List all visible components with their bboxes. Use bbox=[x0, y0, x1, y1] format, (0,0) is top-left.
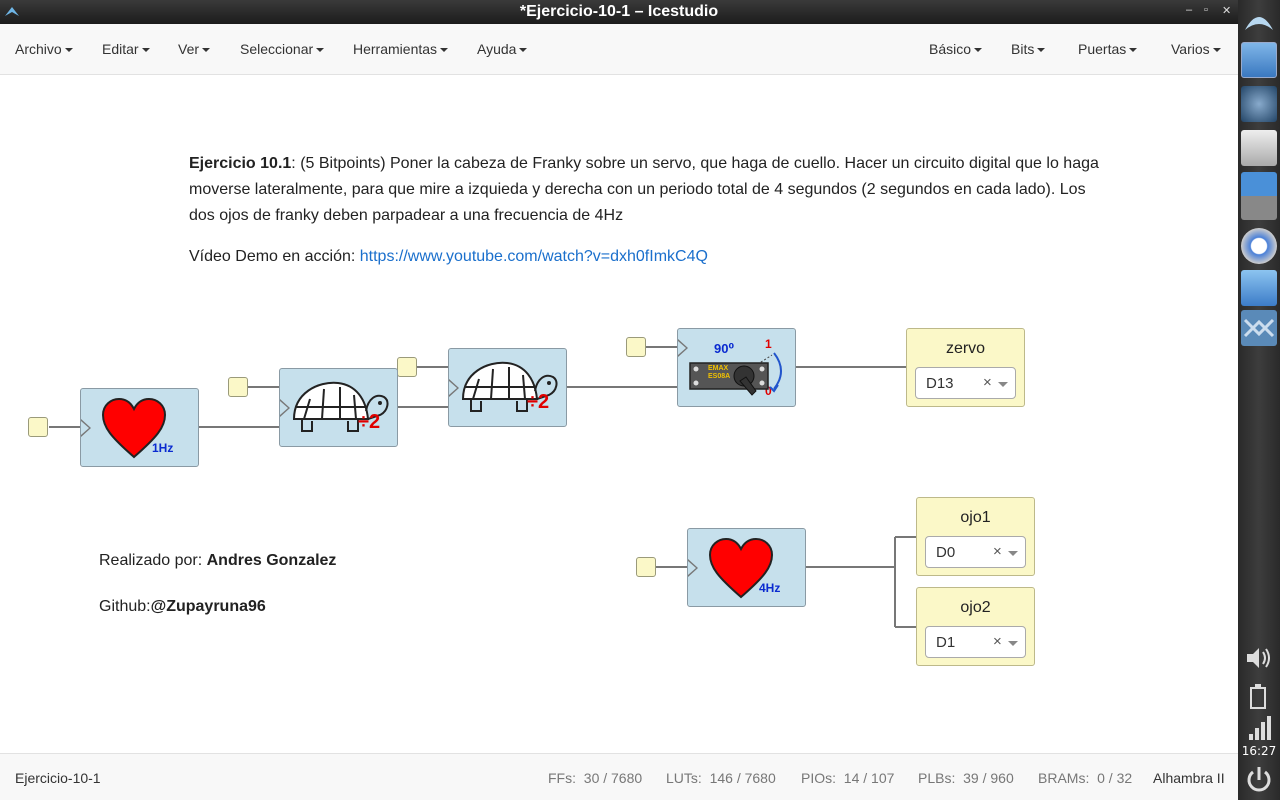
input-port[interactable] bbox=[228, 377, 248, 397]
menu-bits[interactable]: Bits bbox=[1011, 41, 1046, 57]
pin-value: D0 bbox=[936, 544, 956, 561]
credit-github: Github:@Zupayruna96 bbox=[99, 598, 266, 615]
clear-icon[interactable]: × bbox=[993, 633, 1002, 650]
menu-varios[interactable]: Varios bbox=[1171, 41, 1221, 57]
caret-down-icon bbox=[141, 48, 150, 53]
project-name: Ejercicio-10-1 bbox=[15, 770, 101, 786]
system-dock bbox=[1238, 0, 1280, 800]
caret-down-icon bbox=[1212, 48, 1221, 53]
ffs-stat: FFs: 30 / 7680 bbox=[548, 770, 643, 786]
output-zervo[interactable]: zervo D13 × bbox=[906, 328, 1025, 407]
pin-value: D1 bbox=[936, 634, 956, 651]
pios-stat: PIOs: 14 / 107 bbox=[801, 770, 895, 786]
window-titlebar[interactable]: *Ejercicio-10-1 – Icestudio ‒ ▫ ✕ bbox=[0, 0, 1238, 24]
icestudio-app-icon[interactable] bbox=[1241, 310, 1277, 346]
window-app-icon[interactable] bbox=[1241, 130, 1277, 166]
servo-motor-icon bbox=[689, 352, 782, 396]
caret-down-icon bbox=[202, 48, 211, 53]
heartbeat-1hz-block[interactable]: 1Hz bbox=[80, 388, 199, 467]
servo-model-label: EMAX ES08A bbox=[708, 365, 731, 380]
menu-ayuda[interactable]: Ayuda bbox=[477, 41, 528, 57]
battery-icon[interactable] bbox=[1241, 678, 1277, 714]
caret-down-icon bbox=[1037, 48, 1046, 53]
dropdown-arrow-icon[interactable] bbox=[1008, 551, 1018, 556]
menu-archivo[interactable]: Archivo bbox=[15, 41, 73, 57]
menu-editar[interactable]: Editar bbox=[102, 41, 150, 57]
plbs-stat: PLBs: 39 / 960 bbox=[918, 770, 1014, 786]
output-name: zervo bbox=[945, 340, 986, 357]
dash-icon[interactable] bbox=[1241, 2, 1277, 38]
dropdown-arrow-icon[interactable] bbox=[1008, 641, 1018, 646]
files-app-icon[interactable] bbox=[1241, 42, 1277, 78]
menu-herramientas[interactable]: Herramientas bbox=[353, 41, 449, 57]
close-icon[interactable]: ✕ bbox=[1222, 4, 1231, 17]
input-pin-icon bbox=[81, 419, 91, 437]
clear-icon[interactable]: × bbox=[993, 543, 1002, 560]
heartbeat-4hz-block[interactable]: 4Hz bbox=[687, 528, 806, 607]
caret-down-icon bbox=[316, 48, 325, 53]
luts-stat: LUTs: 146 / 7680 bbox=[666, 770, 776, 786]
input-port[interactable] bbox=[397, 357, 417, 377]
folder-icon[interactable] bbox=[1241, 270, 1277, 306]
input-port[interactable] bbox=[626, 337, 646, 357]
input-pin-icon bbox=[678, 339, 688, 357]
restore-icon[interactable]: ▫ bbox=[1204, 4, 1208, 16]
pin-select[interactable]: D13 × bbox=[915, 367, 1016, 399]
servo-block[interactable]: 90⁰ 1 0 EMAX ES08A bbox=[677, 328, 796, 407]
window-title: *Ejercicio-10-1 – Icestudio bbox=[519, 3, 719, 20]
clk-input-port[interactable] bbox=[636, 557, 656, 577]
caret-down-icon bbox=[64, 48, 73, 53]
output-name: ojo2 bbox=[960, 599, 991, 616]
github-handle: @Zupayruna96 bbox=[150, 598, 266, 615]
icestudio-dock-icon[interactable] bbox=[1241, 172, 1277, 220]
caret-down-icon bbox=[1129, 48, 1138, 53]
output-ojo1[interactable]: ojo1 D0 × bbox=[916, 497, 1035, 576]
clk-input-port[interactable] bbox=[28, 417, 48, 437]
world-map-app-icon[interactable] bbox=[1241, 86, 1277, 122]
output-name: ojo1 bbox=[960, 509, 991, 526]
caret-down-icon bbox=[440, 48, 449, 53]
pin-value: D13 bbox=[926, 375, 954, 392]
pin-select[interactable]: D0 × bbox=[925, 536, 1026, 568]
pin-select[interactable]: D1 × bbox=[925, 626, 1026, 658]
output-ojo2[interactable]: ojo2 D1 × bbox=[916, 587, 1035, 666]
frequency-label: 1Hz bbox=[152, 441, 174, 455]
menu-seleccionar[interactable]: Seleccionar bbox=[240, 41, 325, 57]
volume-icon[interactable] bbox=[1241, 640, 1277, 676]
divide-by-label: ÷2 bbox=[358, 411, 381, 433]
dropdown-arrow-icon[interactable] bbox=[998, 382, 1008, 387]
caret-down-icon bbox=[519, 48, 528, 53]
divide-by-label: ÷2 bbox=[527, 391, 550, 413]
clear-icon[interactable]: × bbox=[983, 374, 992, 391]
menu-puertas[interactable]: Puertas bbox=[1078, 41, 1138, 57]
frequency-label: 4Hz bbox=[759, 581, 781, 595]
menubar: Archivo Editar Ver Seleccionar Herramien… bbox=[0, 24, 1238, 75]
signal-icon[interactable] bbox=[1241, 710, 1277, 746]
board-name[interactable]: Alhambra II bbox=[1153, 770, 1225, 786]
brams-stat: BRAMs: 0 / 32 bbox=[1038, 770, 1133, 786]
chromium-icon[interactable] bbox=[1241, 228, 1277, 264]
status-bar: Ejercicio-10-1 FFs: 30 / 7680 LUTs: 146 … bbox=[0, 753, 1238, 800]
divider-block-2[interactable]: ÷2 bbox=[448, 348, 567, 427]
circuit-canvas[interactable]: Ejercicio 10.1: (5 Bitpoints) Poner la c… bbox=[0, 75, 1238, 753]
clock[interactable]: 16:27 bbox=[1238, 744, 1280, 758]
caret-down-icon bbox=[974, 48, 983, 53]
menu-ver[interactable]: Ver bbox=[178, 41, 211, 57]
divider-block-1[interactable]: ÷2 bbox=[279, 368, 398, 447]
power-icon[interactable] bbox=[1241, 762, 1277, 798]
credit-author: Realizado por: Andres Gonzalez bbox=[99, 552, 337, 569]
input-pin-icon bbox=[688, 559, 698, 577]
author-name: Andres Gonzalez bbox=[206, 552, 337, 569]
minimize-icon[interactable]: ‒ bbox=[1186, 4, 1192, 16]
menu-basico[interactable]: Básico bbox=[929, 41, 983, 57]
